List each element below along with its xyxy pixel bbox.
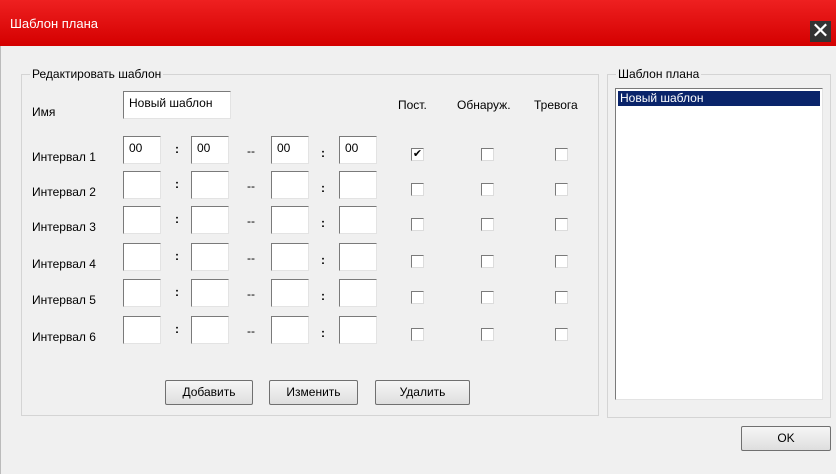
detect-checkbox[interactable]	[481, 328, 494, 341]
col-detect-label: Обнаруж.	[457, 98, 511, 112]
alarm-checkbox[interactable]	[555, 148, 568, 161]
start-minute-field[interactable]	[191, 279, 229, 307]
detect-checkbox[interactable]	[481, 183, 494, 196]
post-checkbox[interactable]	[411, 328, 424, 341]
time-separator: :	[321, 146, 325, 160]
start-minute-field[interactable]	[191, 206, 229, 234]
end-hour-field[interactable]	[271, 279, 309, 307]
start-minute-field[interactable]: 00	[191, 136, 229, 164]
time-separator: :	[175, 212, 179, 226]
ok-button[interactable]: OK	[741, 426, 831, 451]
range-separator: --	[247, 251, 255, 265]
interval-label: Интервал 2	[32, 185, 96, 199]
modify-button[interactable]: Изменить	[269, 380, 358, 405]
col-alarm-label: Тревога	[534, 98, 578, 112]
time-separator: :	[321, 289, 325, 303]
interval-label: Интервал 4	[32, 257, 96, 271]
end-minute-field[interactable]	[339, 279, 377, 307]
start-hour-field[interactable]	[123, 316, 161, 344]
time-separator: :	[175, 285, 179, 299]
alarm-checkbox[interactable]	[555, 291, 568, 304]
start-minute-field[interactable]	[191, 316, 229, 344]
time-separator: :	[175, 249, 179, 263]
interval-label: Интервал 5	[32, 293, 96, 307]
time-separator: :	[321, 253, 325, 267]
time-separator: :	[175, 142, 179, 156]
name-label: Имя	[32, 105, 56, 119]
time-separator: :	[321, 181, 325, 195]
range-separator: --	[247, 144, 255, 158]
range-separator: --	[247, 324, 255, 338]
time-separator: :	[321, 326, 325, 340]
time-separator: :	[175, 322, 179, 336]
add-button[interactable]: Добавить	[165, 380, 253, 405]
start-hour-field[interactable]	[123, 171, 161, 199]
end-hour-field[interactable]	[271, 316, 309, 344]
post-checkbox[interactable]	[411, 291, 424, 304]
start-hour-field[interactable]: 00	[123, 136, 161, 164]
alarm-checkbox[interactable]	[555, 328, 568, 341]
post-checkbox[interactable]	[411, 218, 424, 231]
window-title: Шаблон плана	[10, 16, 99, 31]
alarm-checkbox[interactable]	[555, 255, 568, 268]
end-hour-field[interactable]	[271, 171, 309, 199]
end-hour-field[interactable]	[271, 206, 309, 234]
range-separator: --	[247, 287, 255, 301]
detect-checkbox[interactable]	[481, 255, 494, 268]
detect-checkbox[interactable]	[481, 218, 494, 231]
detect-checkbox[interactable]	[481, 291, 494, 304]
close-button[interactable]: ✕	[810, 20, 831, 42]
start-hour-field[interactable]	[123, 243, 161, 271]
start-hour-field[interactable]	[123, 206, 161, 234]
edit-template-legend: Редактировать шаблон	[30, 67, 164, 81]
end-minute-field[interactable]	[339, 206, 377, 234]
start-minute-field[interactable]	[191, 171, 229, 199]
template-list[interactable]: Новый шаблон	[615, 88, 823, 400]
title-bar: Шаблон плана ✕	[0, 0, 836, 46]
end-minute-field[interactable]: 00	[339, 136, 377, 164]
post-checkbox[interactable]	[411, 183, 424, 196]
post-checkbox[interactable]	[411, 255, 424, 268]
range-separator: --	[247, 214, 255, 228]
end-minute-field[interactable]	[339, 171, 377, 199]
list-item[interactable]: Новый шаблон	[618, 91, 820, 106]
time-separator: :	[321, 216, 325, 230]
end-minute-field[interactable]	[339, 243, 377, 271]
plan-template-legend: Шаблон плана	[616, 67, 702, 81]
end-minute-field[interactable]	[339, 316, 377, 344]
post-checkbox[interactable]: ✔	[411, 148, 424, 161]
time-separator: :	[175, 177, 179, 191]
end-hour-field[interactable]: 00	[271, 136, 309, 164]
alarm-checkbox[interactable]	[555, 218, 568, 231]
end-hour-field[interactable]	[271, 243, 309, 271]
delete-button[interactable]: Удалить	[375, 380, 470, 405]
dialog-body: Редактировать шаблон Имя Новый шаблон По…	[0, 46, 836, 474]
start-hour-field[interactable]	[123, 279, 161, 307]
interval-label: Интервал 3	[32, 220, 96, 234]
name-field[interactable]: Новый шаблон	[123, 91, 231, 119]
detect-checkbox[interactable]	[481, 148, 494, 161]
interval-label: Интервал 1	[32, 150, 96, 164]
interval-label: Интервал 6	[32, 330, 96, 344]
start-minute-field[interactable]	[191, 243, 229, 271]
edit-template-group: Редактировать шаблон	[21, 67, 599, 416]
col-post-label: Пост.	[398, 98, 427, 112]
range-separator: --	[247, 179, 255, 193]
alarm-checkbox[interactable]	[555, 183, 568, 196]
